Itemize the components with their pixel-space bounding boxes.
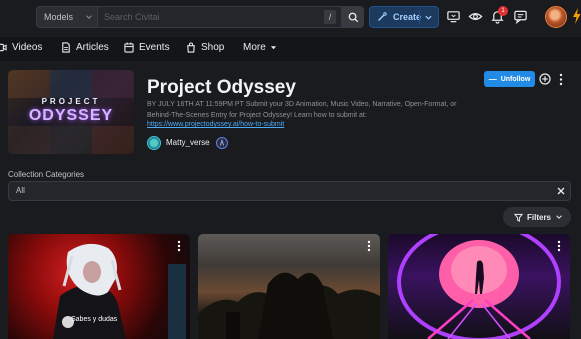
eye-icon[interactable] [468,9,483,24]
model-type-select[interactable]: Models [36,6,98,28]
owner-avatar[interactable] [147,136,161,150]
cover-thumb [8,70,50,98]
cover-thumb [92,70,134,98]
video-icon [0,43,7,52]
monitor-icon[interactable] [446,9,461,24]
nav-item-more[interactable]: More [243,42,282,53]
nav-item-shop[interactable]: Shop [186,42,224,53]
unfollow-button[interactable]: — Unfollow [484,71,535,87]
search-group: Models Search Civitai / [36,6,364,28]
chevron-down-icon [86,15,92,19]
category-nav: Videos Articles Events Shop More [0,37,581,61]
more-vertical-icon[interactable] [557,73,565,86]
card-artwork [397,234,561,339]
top-bar: Models Search Civitai / Create 1 [0,0,581,35]
category-value: All [16,186,25,195]
card-artwork [53,243,186,339]
shopping-bag-icon [187,42,195,53]
creator-badge-icon [216,137,228,149]
add-circle-icon[interactable] [539,73,551,85]
create-button[interactable]: Create [369,6,439,28]
nav-label-more: More [243,42,266,53]
nav-label-shop: Shop [201,42,225,53]
caret-down-icon [270,46,276,50]
nav-label-events: Events [139,42,170,53]
notification-badge: 1 [498,6,508,16]
unfollow-label: Unfollow [500,75,531,83]
close-icon[interactable] [557,187,565,195]
more-vertical-icon[interactable] [556,240,562,252]
filters-label: Filters [527,212,552,222]
user-avatar[interactable] [545,6,567,28]
search-button[interactable] [342,6,364,28]
cover-thumb [50,126,92,154]
nav-item-events[interactable]: Events [124,42,170,53]
card-caption: Sabes y dudas [71,316,118,323]
nav-label-videos: Videos [12,42,43,53]
filters-button[interactable]: Filters [503,207,571,227]
image-card[interactable] [198,234,380,339]
image-card[interactable] [388,234,570,339]
chevron-down-icon[interactable] [424,13,433,22]
model-type-label: Models [44,12,74,22]
search-shortcut-key: / [324,10,336,24]
collection-cover-image: PROJECT ODYSSEY [8,70,134,154]
card-artwork [198,272,380,339]
cover-logo-line1: PROJECT [41,97,101,106]
more-vertical-icon[interactable] [176,240,182,252]
search-placeholder: Search Civitai [104,12,160,22]
collection-description: BY JULY 16TH AT 11:59PM PT Submit your 3… [147,101,457,119]
lightning-icon[interactable] [572,8,581,24]
cover-thumb [50,70,92,98]
nav-item-videos[interactable]: Videos [0,42,42,53]
cover-thumb [92,126,134,154]
wand-icon [378,12,387,21]
page-title: Project Odyssey [147,77,296,98]
file-text-icon [62,42,70,53]
nav-item-articles[interactable]: Articles [61,42,109,53]
create-divider [419,10,420,24]
search-icon [348,12,358,22]
nav-label-articles: Articles [76,42,109,53]
cover-logo-line2: ODYSSEY [28,107,114,124]
cover-thumb [8,126,50,154]
calendar-icon [124,42,134,53]
collection-categories-select[interactable]: All [8,181,571,201]
search-input[interactable]: Search Civitai / [98,6,342,28]
submission-link[interactable]: https://www.projectodyssey.ai/how-to-sub… [147,121,284,128]
chat-icon[interactable] [513,9,528,24]
filter-icon [514,213,523,222]
image-card[interactable]: Sabes y dudas [8,234,190,339]
create-label: Create [393,12,422,22]
collection-categories-label: Collection Categories [8,170,85,179]
minus-icon: — [488,74,497,84]
chevron-down-icon [556,215,562,219]
more-vertical-icon[interactable] [366,240,372,252]
owner-username[interactable]: Matty_verse [166,138,210,147]
